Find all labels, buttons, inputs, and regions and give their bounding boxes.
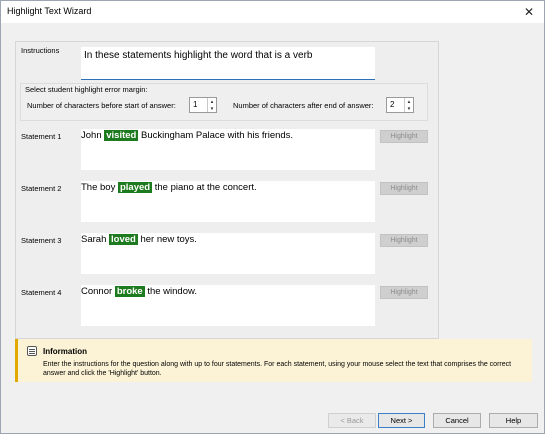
- instructions-label: Instructions: [21, 46, 60, 55]
- statement-4-label: Statement 4: [21, 288, 62, 297]
- information-panel: Information Enter the instructions for t…: [15, 339, 532, 382]
- information-body: Enter the instructions for the question …: [43, 361, 512, 377]
- spin-down-icon[interactable]: ▼: [405, 105, 413, 112]
- help-button[interactable]: Help: [489, 413, 538, 428]
- highlighted-answer: loved: [109, 234, 138, 245]
- statement-3-text: Sarah loved her new toys.: [81, 234, 197, 245]
- close-icon[interactable]: ✕: [514, 1, 544, 23]
- before-chars-spin-buttons: ▲ ▼: [207, 98, 216, 112]
- information-title: Information: [43, 347, 87, 356]
- before-label: Number of characters before start of ans…: [27, 101, 176, 110]
- instructions-input[interactable]: In these statements highlight the word t…: [81, 47, 375, 80]
- form-panel: Instructions In these statements highlig…: [15, 41, 439, 339]
- statement-text-before: John: [81, 130, 105, 141]
- statement-3-label: Statement 3: [21, 236, 62, 245]
- after-chars-value: 2: [390, 100, 395, 109]
- title-bar: Highlight Text Wizard ✕: [1, 1, 544, 23]
- statement-1-label: Statement 1: [21, 132, 62, 141]
- window-title: Highlight Text Wizard: [7, 6, 92, 16]
- statement-text-after: her new toys.: [137, 234, 197, 245]
- instructions-value: In these statements highlight the word t…: [84, 50, 313, 61]
- statement-1-text: John visited Buckingham Palace with his …: [81, 130, 293, 141]
- cancel-button[interactable]: Cancel: [433, 413, 481, 428]
- statement-2-input[interactable]: The boy played the piano at the concert.: [81, 181, 375, 222]
- statement-text-after: the window.: [144, 286, 197, 297]
- error-margin-heading: Select student highlight error margin:: [25, 85, 148, 94]
- highlighted-answer: visited: [104, 130, 139, 141]
- statement-text-after: Buckingham Palace with his friends.: [138, 130, 294, 141]
- error-margin-group: Select student highlight error margin: N…: [20, 83, 428, 121]
- statement-text-after: the piano at the concert.: [152, 182, 257, 193]
- next-button[interactable]: Next >: [378, 413, 425, 428]
- spin-up-icon[interactable]: ▲: [208, 98, 216, 105]
- back-button[interactable]: < Back: [328, 413, 376, 428]
- statement-text-before: Sarah: [81, 234, 109, 245]
- document-icon: [27, 346, 37, 356]
- after-chars-stepper[interactable]: 2 ▲ ▼: [386, 97, 414, 113]
- highlight-button-4[interactable]: Highlight: [380, 286, 428, 299]
- highlight-button-2[interactable]: Highlight: [380, 182, 428, 195]
- highlight-button-3[interactable]: Highlight: [380, 234, 428, 247]
- statement-2-text: The boy played the piano at the concert.: [81, 182, 257, 193]
- statement-3-input[interactable]: Sarah loved her new toys.: [81, 233, 375, 274]
- statement-2-label: Statement 2: [21, 184, 62, 193]
- statement-4-text: Connor broke the window.: [81, 286, 197, 297]
- highlighted-answer: broke: [114, 286, 145, 297]
- after-label: Number of characters after end of answer…: [233, 101, 374, 110]
- highlighted-answer: played: [117, 182, 153, 193]
- statement-text-before: Connor: [81, 286, 115, 297]
- highlight-button-1[interactable]: Highlight: [380, 130, 428, 143]
- statement-4-input[interactable]: Connor broke the window.: [81, 285, 375, 326]
- spin-down-icon[interactable]: ▼: [208, 105, 216, 112]
- statement-1-input[interactable]: John visited Buckingham Palace with his …: [81, 129, 375, 170]
- spin-up-icon[interactable]: ▲: [405, 98, 413, 105]
- statement-text-before: The boy: [81, 182, 118, 193]
- before-chars-stepper[interactable]: 1 ▲ ▼: [189, 97, 217, 113]
- wizard-window: Highlight Text Wizard ✕ Instructions In …: [0, 0, 545, 434]
- after-chars-spin-buttons: ▲ ▼: [404, 98, 413, 112]
- before-chars-value: 1: [193, 100, 198, 109]
